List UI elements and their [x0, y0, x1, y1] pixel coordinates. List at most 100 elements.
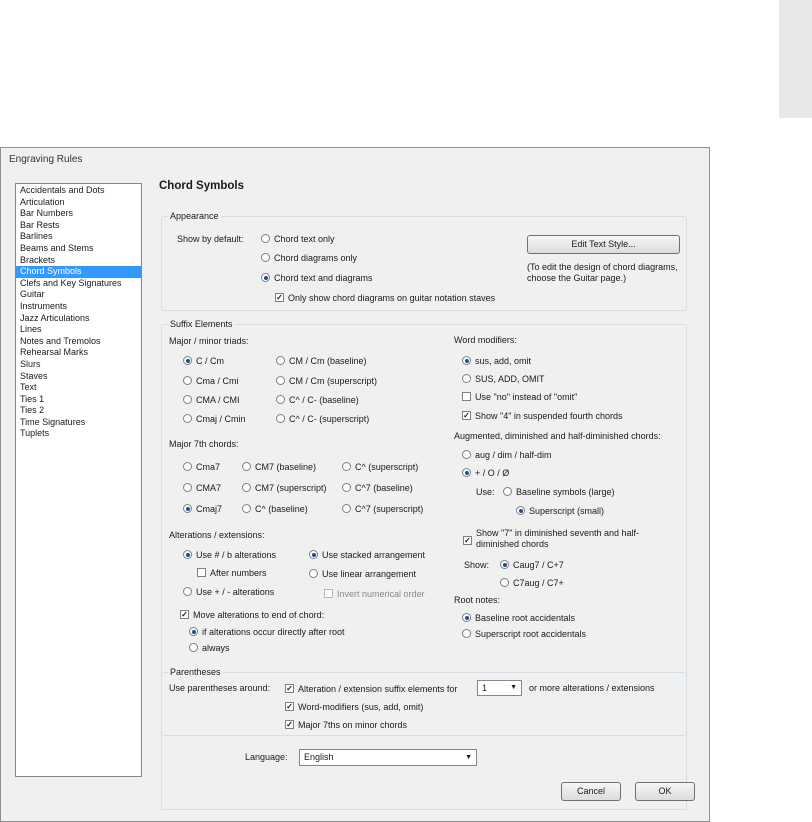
category-item[interactable]: Brackets [16, 255, 141, 267]
triad-c-cm-radio[interactable]: C / Cm [183, 354, 224, 367]
radio-indicator [516, 506, 525, 515]
category-item[interactable]: Staves [16, 371, 141, 383]
seventh-caret7-superscript-radio[interactable]: C^7 (superscript) [342, 502, 423, 515]
c7aug-radio[interactable]: C7aug / C7+ [500, 576, 564, 589]
move-alterations-checkbox[interactable]: Move alterations to end of chord: [180, 608, 324, 621]
category-item[interactable]: Slurs [16, 359, 141, 371]
alteration-suffix-label: or more alterations / extensions [529, 683, 655, 693]
after-numbers-checkbox[interactable]: After numbers [197, 566, 267, 579]
major7-minor-parens-checkbox[interactable]: Major 7ths on minor chords [285, 718, 407, 731]
baseline-root-radio[interactable]: Baseline root accidentals [462, 611, 575, 624]
use-no-checkbox[interactable]: Use "no" instead of "omit" [462, 390, 577, 403]
category-list[interactable]: Accidentals and Dots Articulation Bar Numb… [15, 183, 142, 777]
radio-indicator [183, 414, 192, 423]
category-item[interactable]: Bar Rests [16, 220, 141, 232]
language-label: Language: [245, 752, 288, 762]
seventh-cm7-baseline-radio[interactable]: CM7 (baseline) [242, 460, 316, 473]
seventh-caret-superscript-radio[interactable]: C^ (superscript) [342, 460, 418, 473]
category-item[interactable]: Time Signatures [16, 417, 141, 429]
cancel-button[interactable]: Cancel [561, 782, 621, 801]
radio-indicator [242, 504, 251, 513]
category-item[interactable]: Chord Symbols [16, 266, 141, 278]
invert-numerical-checkbox[interactable]: Invert numerical order [324, 587, 425, 600]
category-item[interactable]: Accidentals and Dots [16, 185, 141, 197]
category-item[interactable]: Ties 1 [16, 394, 141, 406]
category-item[interactable]: Beams and Stems [16, 243, 141, 255]
triad-cma-cmi-radio[interactable]: Cma / Cmi [183, 374, 239, 387]
use-linear-radio[interactable]: Use linear arrangement [309, 567, 416, 580]
language-select[interactable]: English ▼ [299, 749, 477, 766]
baseline-symbols-radio[interactable]: Baseline symbols (large) [503, 485, 615, 498]
category-item[interactable]: Rehearsal Marks [16, 347, 141, 359]
side-panel-tab [779, 0, 812, 118]
radio-indicator [462, 374, 471, 383]
superscript-root-radio[interactable]: Superscript root accidentals [462, 627, 586, 640]
ok-button[interactable]: OK [635, 782, 695, 801]
checkbox-indicator [462, 392, 471, 401]
checkbox-indicator [285, 684, 294, 693]
category-item[interactable]: Ties 2 [16, 405, 141, 417]
seventh-cm7-superscript-radio[interactable]: CM7 (superscript) [242, 481, 327, 494]
triad-cm-superscript-radio[interactable]: CM / Cm (superscript) [276, 374, 377, 387]
seventh-cmaj7-radio[interactable]: Cmaj7 [183, 502, 222, 515]
use-plus-minus-radio[interactable]: Use + / - alterations [183, 585, 274, 598]
seventh-caret7-baseline-radio[interactable]: C^7 (baseline) [342, 481, 413, 494]
suffix-elements-group-label: Suffix Elements [168, 319, 235, 329]
category-item[interactable]: Guitar [16, 289, 141, 301]
show-4-checkbox[interactable]: Show "4" in suspended fourth chords [462, 409, 622, 422]
chevron-down-icon: ▼ [465, 754, 472, 761]
category-item[interactable]: Tuplets [16, 428, 141, 440]
dialog-title: Engraving Rules [9, 154, 83, 165]
category-item[interactable]: Instruments [16, 301, 141, 313]
category-item[interactable]: Clefs and Key Signatures [16, 278, 141, 290]
triad-cma-upper-radio[interactable]: CMA / CMI [183, 393, 240, 406]
alteration-parens-checkbox[interactable]: Alteration / extension suffix elements f… [285, 682, 457, 695]
category-item[interactable]: Notes and Tremolos [16, 336, 141, 348]
radio-indicator [342, 483, 351, 492]
show-7-checkbox[interactable] [463, 536, 472, 545]
if-directly-after-radio[interactable]: if alterations occur directly after root [189, 625, 345, 638]
aug-dim-text-radio[interactable]: aug / dim / half-dim [462, 448, 552, 461]
category-item[interactable]: Articulation [16, 197, 141, 209]
radio-indicator [189, 627, 198, 636]
seventh-cma7-radio[interactable]: Cma7 [183, 460, 220, 473]
triad-cm-baseline-radio[interactable]: CM / Cm (baseline) [276, 354, 367, 367]
aug-dim-symbols-radio[interactable]: + / O / Ø [462, 466, 509, 479]
edit-text-style-button[interactable]: Edit Text Style... [527, 235, 680, 254]
category-item[interactable]: Text [16, 382, 141, 394]
word-lowercase-radio[interactable]: sus, add, omit [462, 354, 531, 367]
radio-indicator [242, 483, 251, 492]
word-modifiers-parens-checkbox[interactable]: Word-modifiers (sus, add, omit) [285, 700, 423, 713]
radio-indicator [183, 587, 192, 596]
guitar-only-checkbox[interactable]: Only show chord diagrams on guitar notat… [275, 291, 495, 304]
chord-text-and-diagrams-radio[interactable]: Chord text and diagrams [261, 271, 373, 284]
triad-cmaj-cmin-radio[interactable]: Cmaj / Cmin [183, 412, 246, 425]
category-item[interactable]: Jazz Articulations [16, 313, 141, 325]
seventh-cma7-upper-radio[interactable]: CMA7 [183, 481, 221, 494]
caug7-radio[interactable]: Caug7 / C+7 [500, 558, 564, 571]
root-notes-label: Root notes: [454, 595, 501, 605]
superscript-small-radio[interactable]: Superscript (small) [516, 504, 604, 517]
word-uppercase-radio[interactable]: SUS, ADD, OMIT [462, 372, 545, 385]
radio-indicator [342, 462, 351, 471]
radio-indicator [276, 356, 285, 365]
use-parentheses-label: Use parentheses around: [169, 683, 271, 693]
radio-indicator [276, 395, 285, 404]
category-item[interactable]: Bar Numbers [16, 208, 141, 220]
engraving-rules-dialog: Engraving Rules Accidentals and Dots Arti… [0, 147, 710, 822]
radio-indicator [183, 483, 192, 492]
checkbox-indicator [462, 411, 471, 420]
use-sharp-flat-radio[interactable]: Use # / b alterations [183, 548, 276, 561]
chord-diagrams-only-radio[interactable]: Chord diagrams only [261, 251, 357, 264]
chord-text-only-radio[interactable]: Chord text only [261, 232, 335, 245]
alteration-count-select[interactable]: 1 ▼ [477, 680, 522, 696]
use-stacked-radio[interactable]: Use stacked arrangement [309, 548, 425, 561]
triad-caret-superscript-radio[interactable]: C^ / C- (superscript) [276, 412, 369, 425]
checkbox-indicator [180, 610, 189, 619]
category-item[interactable]: Barlines [16, 231, 141, 243]
triad-caret-baseline-radio[interactable]: C^ / C- (baseline) [276, 393, 359, 406]
always-radio[interactable]: always [189, 641, 230, 654]
parentheses-group-label: Parentheses [168, 667, 223, 677]
seventh-caret-baseline-radio[interactable]: C^ (baseline) [242, 502, 308, 515]
category-item[interactable]: Lines [16, 324, 141, 336]
